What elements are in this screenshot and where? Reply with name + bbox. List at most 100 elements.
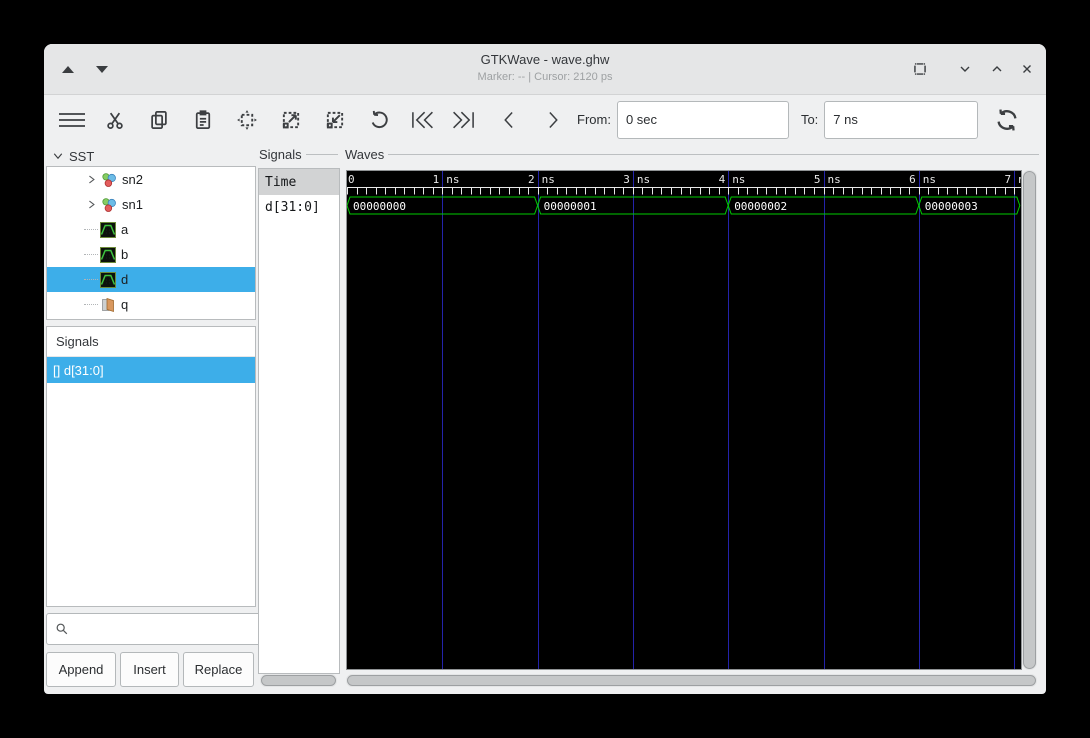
toolbar: From: To: — [44, 95, 1046, 144]
window-status: Marker: -- | Cursor: 2120 ps — [477, 71, 613, 83]
skip-to-end-button[interactable] — [451, 108, 477, 132]
step-left-button[interactable] — [497, 108, 521, 132]
waves-hscrollbar[interactable] — [346, 674, 1037, 687]
tree-item-q[interactable]: q — [47, 292, 255, 317]
fullscreen-button[interactable] — [909, 58, 931, 80]
menu-button[interactable] — [58, 108, 86, 132]
gtkwave-window: GTKWave - wave.ghw Marker: -- | Cursor: … — [44, 44, 1046, 694]
signal-name-rows: d[31:0] — [259, 195, 339, 219]
from-label: From: — [577, 112, 611, 127]
waves-panel-label-text: Waves — [345, 146, 385, 162]
copy-button[interactable] — [147, 108, 171, 132]
tree-item-label: sn2 — [122, 172, 143, 187]
search-icon — [56, 623, 68, 635]
chevron-left-icon — [504, 111, 513, 128]
scope-icon — [101, 197, 117, 213]
signal-icon — [100, 271, 116, 288]
paste-button[interactable] — [191, 108, 215, 132]
tree-item-label: a — [121, 222, 129, 237]
to-label: To: — [800, 112, 819, 127]
list-item[interactable]: [] d[31:0] — [47, 357, 255, 383]
zoom-fit-button[interactable] — [235, 108, 259, 132]
minimize-button[interactable] — [954, 58, 976, 80]
scissors-icon — [107, 112, 123, 129]
timeline-label: 1 — [433, 173, 440, 186]
tree-item-label: d — [121, 272, 129, 287]
replace-button[interactable]: Replace — [183, 652, 254, 687]
tree-item-label: sn1 — [122, 197, 143, 212]
frame-line — [305, 153, 338, 155]
wave-segment-value: 00000002 — [734, 200, 787, 213]
expander-icon[interactable] — [83, 172, 99, 188]
names-panel-label: Signals — [259, 146, 338, 162]
signal-list: [] d[31:0] — [47, 357, 255, 383]
waves-vscrollbar-thumb[interactable] — [1023, 171, 1036, 669]
tree-item-sn1[interactable]: sn1 — [47, 192, 255, 217]
chevron-right-icon — [549, 111, 558, 128]
titlebar: GTKWave - wave.ghw Marker: -- | Cursor: … — [44, 44, 1046, 95]
grid-lines — [442, 171, 1015, 669]
search-input[interactable] — [75, 620, 261, 638]
signal-icon — [100, 221, 116, 238]
waves-panel-label: Waves — [345, 146, 1039, 162]
names-panel: Time d[31:0] — [258, 168, 340, 674]
zoom-in-icon — [282, 111, 300, 128]
signal-name-row[interactable]: d[31:0] — [259, 195, 339, 219]
timeline-label: 2 — [528, 173, 535, 186]
timeline-unit: ns — [1018, 173, 1021, 186]
sst-tree: sn2 sn1 a b d q — [46, 166, 256, 320]
wave-canvas[interactable]: 01ns2ns3ns4ns5ns6ns7ns000000000000000100… — [346, 170, 1022, 670]
to-input[interactable] — [824, 100, 979, 139]
frame-line — [388, 153, 1039, 155]
chevron-down-icon — [53, 153, 63, 160]
tree-item-sn2[interactable]: sn2 — [47, 167, 255, 192]
signal-search-box[interactable] — [46, 613, 262, 645]
tree-connector — [84, 254, 98, 255]
window-title: GTKWave - wave.ghw — [480, 52, 610, 67]
timeline-unit: ns — [446, 173, 459, 186]
signal-icon — [100, 246, 116, 263]
timeline-unit: ns — [542, 173, 555, 186]
close-button[interactable] — [1016, 58, 1038, 80]
zoom-in-button[interactable] — [279, 108, 303, 132]
hamburger-menu-icon — [59, 112, 85, 127]
timeline-unit: ns — [637, 173, 650, 186]
from-input[interactable] — [616, 100, 789, 139]
tick-marks — [347, 187, 1021, 195]
chevron-down-icon — [960, 66, 970, 72]
undo-button[interactable] — [367, 108, 391, 132]
timeline: 0 1 ns 2 ns 3 ns 4 ns 5 ns 6 ns 7 ns — [348, 173, 1021, 186]
signals-panel: Signals [] d[31:0] — [46, 326, 256, 607]
fullscreen-icon — [914, 63, 926, 75]
names-hscrollbar-thumb[interactable] — [261, 675, 336, 686]
sst-label: SST — [69, 148, 95, 164]
insert-button[interactable]: Insert — [120, 652, 179, 687]
skip-to-start-icon — [412, 111, 433, 128]
tree-item-label: b — [121, 247, 129, 262]
timeline-label: 6 — [909, 173, 916, 186]
copy-icon — [151, 110, 167, 129]
maximize-button[interactable] — [986, 58, 1008, 80]
reload-button[interactable] — [994, 108, 1020, 132]
waves-vscrollbar[interactable] — [1022, 170, 1037, 670]
step-right-button[interactable] — [541, 108, 565, 132]
zoom-out-button[interactable] — [323, 108, 347, 132]
tree-connector — [84, 229, 98, 230]
waves-hscrollbar-thumb[interactable] — [347, 675, 1036, 686]
cut-button[interactable] — [103, 108, 127, 132]
port-icon — [100, 297, 116, 313]
names-hscrollbar[interactable] — [260, 674, 337, 687]
tree-item-a[interactable]: a — [47, 217, 255, 242]
wave-segment-value: 00000003 — [925, 200, 978, 213]
append-button[interactable]: Append — [46, 652, 116, 687]
timeline-label: 4 — [719, 173, 726, 186]
reload-icon — [997, 109, 1017, 130]
tree-connector — [84, 304, 98, 305]
tree-item-b[interactable]: b — [47, 242, 255, 267]
scope-icon — [101, 172, 117, 188]
expander-icon[interactable] — [83, 197, 99, 213]
zoom-fit-icon — [237, 109, 257, 130]
tree-item-d[interactable]: d — [47, 267, 255, 292]
sst-header[interactable]: SST — [52, 146, 94, 166]
skip-to-start-button[interactable] — [409, 108, 435, 132]
